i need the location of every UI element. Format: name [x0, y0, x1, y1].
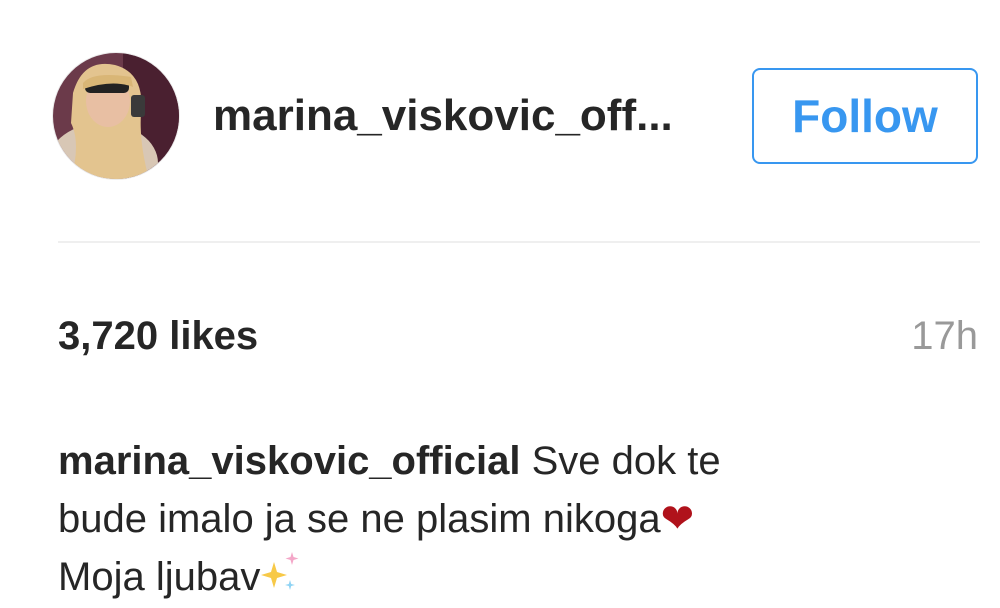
avatar-photo	[53, 53, 179, 179]
follow-button[interactable]: Follow	[752, 68, 978, 164]
post-timestamp[interactable]: 17h	[911, 312, 978, 360]
header-divider	[58, 241, 980, 243]
caption-text-line3: Moja ljubav	[58, 555, 261, 599]
post-caption: marina_viskovic_official Sve dok te bude…	[58, 432, 858, 608]
caption-text-line2: bude imalo ja se ne plasim nikoga	[58, 497, 661, 541]
caption-text-line1: Sve dok te	[531, 439, 721, 483]
post-author-username[interactable]: marina_viskovic_off...	[213, 90, 673, 142]
heart-icon: ❤	[660, 496, 695, 542]
profile-avatar[interactable]	[53, 53, 179, 179]
likes-count[interactable]: 3,720 likes	[58, 312, 258, 360]
caption-username[interactable]: marina_viskovic_official	[58, 439, 520, 483]
sparkles-icon	[260, 550, 304, 608]
